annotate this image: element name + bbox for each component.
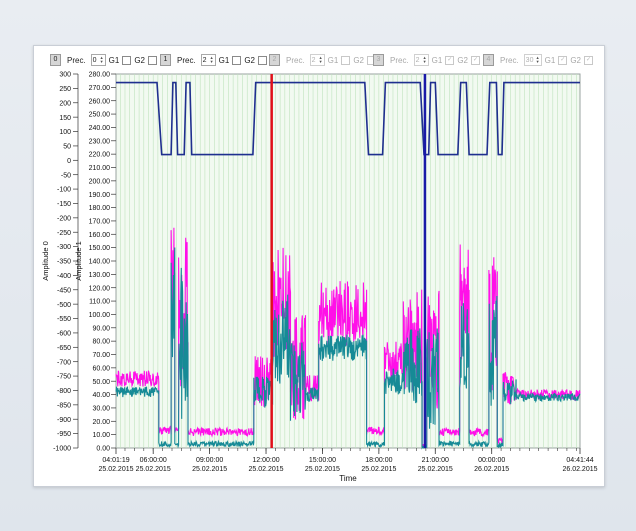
y0-tick-label: -700 [57,359,71,366]
x-tick-date: 26.02.2015 [562,466,597,473]
y0-tick-label: -400 [57,273,71,280]
y1-tick-label: 30.00 [92,406,110,413]
y1-tick-label: 280.00 [89,72,111,79]
x-axis-title: Time [339,474,357,483]
y0-tick-label: 0 [67,158,71,165]
x-tick-date: 25.02.2015 [305,466,340,473]
chart-panel: 0 Prec. 0 ▲ ▼ G1 G2 1 Prec. 2 ▲ ▼ G1 G2 2 Pr… [33,45,605,487]
y1-tick-label: 150.00 [89,245,111,252]
y1-tick-label: 140.00 [89,259,111,266]
x-tick-time: 09:00:00 [196,457,223,464]
x-tick-time: 04:41:44 [566,457,593,464]
y0-tick-label: -350 [57,259,71,266]
y0-axis-title: Amplitude 0 [41,241,50,281]
y0-tick-label: 300 [59,72,71,79]
y1-tick-label: 220.00 [89,152,111,159]
y1-tick-label: 40.00 [92,392,110,399]
y0-tick-label: -1000 [53,446,71,453]
y1-tick-label: 50.00 [92,379,110,386]
y1-tick-label: 20.00 [92,419,110,426]
y1-tick-label: 180.00 [89,205,111,212]
x-tick-time: 18:00:00 [365,457,392,464]
x-tick-date: 25.02.2015 [98,466,133,473]
x-tick-time: 12:00:00 [252,457,279,464]
x-tick-time: 06:00:00 [140,457,167,464]
y1-tick-label: 250.00 [89,112,111,119]
y1-tick-label: 120.00 [89,285,111,292]
y1-tick-label: 70.00 [92,352,110,359]
y1-tick-label: 130.00 [89,272,111,279]
y0-tick-label: -450 [57,287,71,294]
y1-tick-label: 0.00 [96,446,110,453]
y0-tick-label: -550 [57,316,71,323]
x-tick-date: 25.02.2015 [361,466,396,473]
y1-tick-label: 260.00 [89,98,111,105]
y0-tick-label: -650 [57,345,71,352]
y0-tick-label: -250 [57,230,71,237]
x-tick-date: 26.02.2015 [474,466,509,473]
x-tick-date: 25.02.2015 [418,466,453,473]
chart-svg: 300 250 200 150 100 50 0 -50 -100 -150 -200 -250 -30… [41,72,598,483]
y1-tick-label: 270.00 [89,85,111,92]
y0-tick-label: 250 [59,86,71,93]
x-tick-time: 21:00:00 [422,457,449,464]
x-tick-date: 25.02.2015 [249,466,284,473]
y0-tick-label: -50 [61,172,71,179]
y0-tick-label: -500 [57,302,71,309]
y1-tick-label: 10.00 [92,432,110,439]
x-tick-date: 25.02.2015 [136,466,171,473]
y1-axis-title: Amplitude 1 [74,241,83,281]
y0-tick-label: -100 [57,187,71,194]
x-tick-time: 04:01:19 [102,457,129,464]
y1-tick-label: 100.00 [89,312,111,319]
y0-tick-label: -150 [57,201,71,208]
y1-tick-label: 200.00 [89,178,111,185]
y1-tick-label: 240.00 [89,125,111,132]
y1-tick-label: 160.00 [89,232,111,239]
y0-tick-label: 200 [59,100,71,107]
y0-tick-label: -300 [57,244,71,251]
x-tick-date: 25.02.2015 [192,466,227,473]
y0-tick-label: -900 [57,417,71,424]
y0-tick-label: -600 [57,331,71,338]
y0-tick-label: -200 [57,215,71,222]
y0-tick-label: 50 [63,144,71,151]
x-tick-time: 15:00:00 [309,457,336,464]
y1-tick-label: 90.00 [92,325,110,332]
y1-tick-label: 210.00 [89,165,111,172]
y0-tick-label: -950 [57,431,71,438]
y1-tick-label: 170.00 [89,219,111,226]
y0-tick-label: 150 [59,115,71,122]
y0-tick-label: -800 [57,388,71,395]
y1-tick-label: 230.00 [89,138,111,145]
y0-tick-label: -750 [57,374,71,381]
y0-tick-label: -850 [57,402,71,409]
y1-tick-label: 190.00 [89,192,111,199]
y1-tick-label: 60.00 [92,365,110,372]
y1-tick-label: 110.00 [89,299,110,306]
x-tick-time: 00:00:00 [478,457,505,464]
y0-tick-label: 100 [59,129,71,136]
y1-tick-label: 80.00 [92,339,110,346]
